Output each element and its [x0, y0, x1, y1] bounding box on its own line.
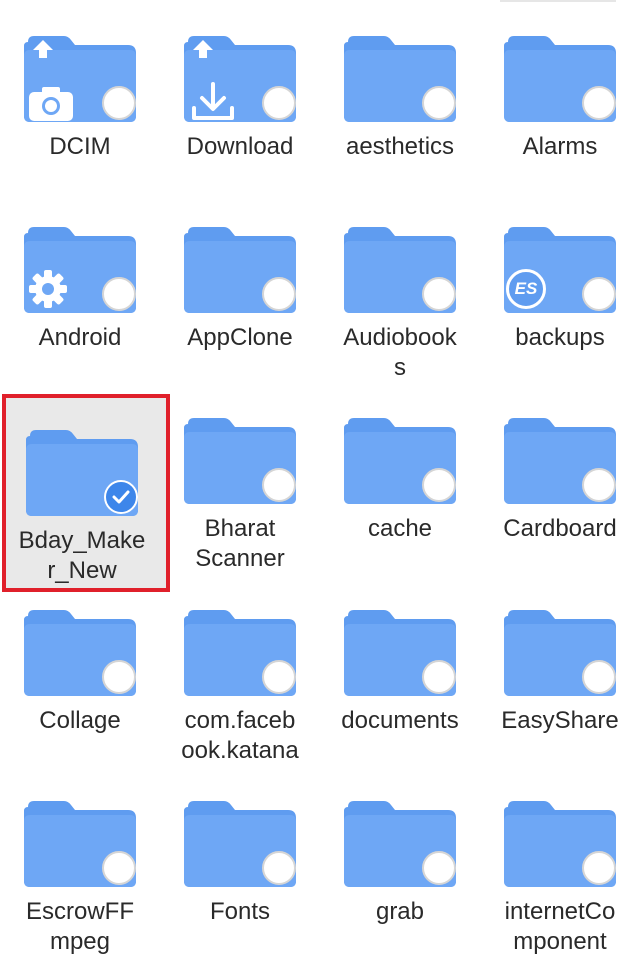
- folder-item[interactable]: documents: [320, 574, 480, 765]
- folder-item[interactable]: internetCo mponent: [480, 765, 639, 956]
- folder-label: internetCo mponent: [504, 898, 616, 955]
- folder-item[interactable]: Android: [0, 191, 160, 382]
- camera-icon: [29, 87, 73, 121]
- selection-checkbox[interactable]: [422, 851, 456, 885]
- folder-item[interactable]: DCIM: [0, 0, 160, 191]
- folder-item[interactable]: Collage: [0, 574, 160, 765]
- folder-label: EasyShare: [501, 707, 619, 734]
- folder-label: DCIM: [49, 133, 111, 160]
- selection-checkbox[interactable]: [102, 660, 136, 694]
- selection-checkbox[interactable]: [582, 851, 616, 885]
- selection-checkbox[interactable]: [582, 660, 616, 694]
- folder-item[interactable]: ES backups: [480, 191, 639, 382]
- folder-item[interactable]: Bharat Scanner: [160, 382, 320, 573]
- folder-label: grab: [375, 898, 425, 925]
- folder-grid: DCIM Download aesthetics Alarms Android …: [0, 0, 639, 963]
- folder-label: AppClone: [187, 324, 293, 351]
- folder-label: Cardboard: [503, 515, 617, 542]
- folder-label: EscrowFF mpeg: [26, 898, 134, 955]
- folder-item[interactable]: Alarms: [480, 0, 639, 191]
- upload-arrow-icon: [33, 40, 53, 58]
- folder-label: Alarms: [522, 133, 598, 160]
- folder-label: documents: [341, 707, 459, 734]
- selection-checkbox[interactable]: [422, 86, 456, 120]
- folder-item[interactable]: grab: [320, 765, 480, 956]
- folder-item[interactable]: AppClone: [160, 191, 320, 382]
- selection-checkbox[interactable]: [102, 277, 136, 311]
- selection-checkbox[interactable]: [422, 468, 456, 502]
- selection-checkbox[interactable]: [582, 86, 616, 120]
- selection-checkbox[interactable]: [262, 468, 296, 502]
- folder-label: cache: [367, 515, 433, 542]
- folder-label: backups: [515, 324, 605, 351]
- folder-label: aesthetics: [345, 133, 455, 160]
- checkmark-icon: [112, 490, 130, 504]
- folder-item[interactable]: EscrowFF mpeg: [0, 765, 160, 956]
- selection-checkbox[interactable]: [262, 277, 296, 311]
- selection-checkbox[interactable]: [582, 468, 616, 502]
- folder-item[interactable]: aesthetics: [320, 0, 480, 191]
- folder-item[interactable]: cache: [320, 382, 480, 573]
- folder-item[interactable]: com.faceb ook.katana: [160, 574, 320, 765]
- selection-checkbox[interactable]: [422, 660, 456, 694]
- folder-item[interactable]: Cardboard: [480, 382, 639, 573]
- folder-item[interactable]: Download: [160, 0, 320, 191]
- folder-item[interactable]: Fonts: [160, 765, 320, 956]
- selection-checkbox[interactable]: [102, 86, 136, 120]
- folder-label: Collage: [39, 707, 121, 734]
- selection-checkbox[interactable]: [422, 277, 456, 311]
- selection-checkbox[interactable]: [102, 851, 136, 885]
- folder-label: Bharat Scanner: [195, 515, 285, 572]
- gear-icon: [29, 270, 67, 308]
- es-logo-icon: ES: [506, 269, 546, 309]
- selection-checkbox[interactable]: [262, 660, 296, 694]
- selection-checkbox-checked[interactable]: [104, 480, 138, 514]
- folder-label: Android: [38, 324, 122, 351]
- folder-label: Fonts: [209, 898, 271, 925]
- folder-label: com.faceb ook.katana: [181, 707, 299, 764]
- folder-label: Download: [186, 133, 294, 160]
- folder-item[interactable]: Bday_Make r_New: [2, 394, 170, 592]
- folder-label: Audiobook s: [343, 324, 457, 381]
- folder-item[interactable]: Audiobook s: [320, 191, 480, 382]
- selection-checkbox[interactable]: [262, 851, 296, 885]
- upload-arrow-icon: [193, 40, 213, 58]
- download-icon: [192, 82, 234, 120]
- selection-checkbox[interactable]: [262, 86, 296, 120]
- selection-checkbox[interactable]: [582, 277, 616, 311]
- folder-item[interactable]: EasyShare: [480, 574, 639, 765]
